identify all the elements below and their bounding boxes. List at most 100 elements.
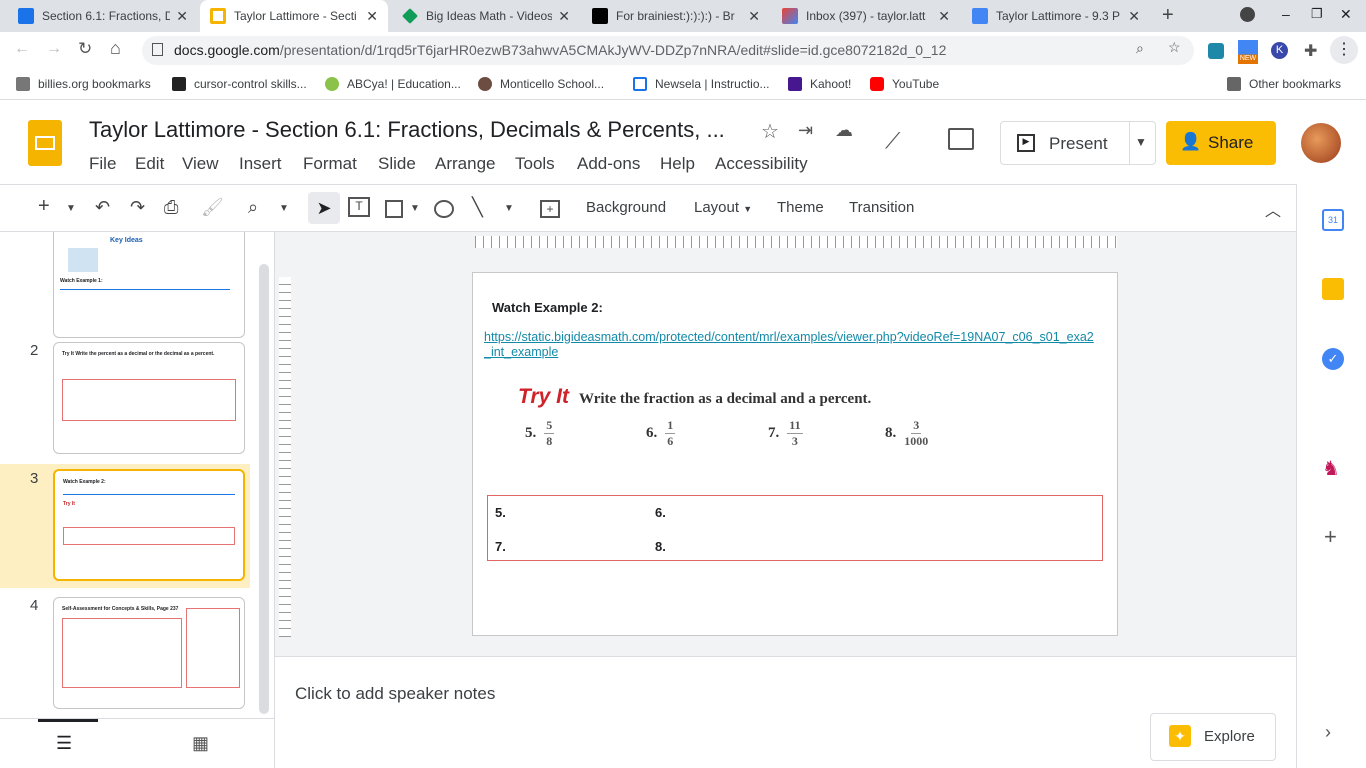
bookmark-star-icon[interactable]: ☆ — [1168, 39, 1181, 56]
zoom-icon[interactable]: ⌕ — [248, 197, 258, 218]
get-addons-icon[interactable]: + — [1324, 524, 1337, 550]
share-button[interactable]: 👤 Share — [1166, 121, 1276, 165]
expand-panel-icon[interactable]: › — [1325, 722, 1331, 743]
extension-icon[interactable] — [1208, 43, 1224, 59]
new-slide-dropdown-icon[interactable]: ▼ — [66, 203, 76, 214]
menu-help[interactable]: Help — [660, 154, 695, 174]
home-button[interactable]: ⌂ — [110, 38, 121, 59]
present-button[interactable]: ▶ Present ▼ — [1000, 121, 1156, 165]
theme-button[interactable]: Theme — [777, 199, 824, 216]
move-icon[interactable]: ⇥ — [798, 120, 813, 141]
present-dropdown-icon[interactable]: ▼ — [1135, 135, 1147, 149]
menu-edit[interactable]: Edit — [135, 154, 164, 174]
forward-button[interactable]: → — [46, 40, 62, 58]
extension-new-icon[interactable]: NEW — [1238, 40, 1258, 64]
bookmark-item[interactable]: billies.org bookmarks — [16, 77, 151, 91]
new-slide-icon[interactable]: + — [38, 195, 50, 218]
layout-button[interactable]: Layout ▼ — [694, 199, 752, 216]
browser-tab[interactable]: For brainiest:):):):) - Br ✕ — [582, 0, 770, 32]
menu-accessibility[interactable]: Accessibility — [715, 154, 808, 174]
menu-insert[interactable]: Insert — [239, 154, 282, 174]
close-icon[interactable]: ✕ — [748, 8, 760, 25]
slide-thumbnail-1[interactable]: Key Ideas Watch Example 1: — [53, 232, 245, 338]
shape-icon[interactable] — [434, 200, 454, 218]
browser-tab[interactable]: Big Ideas Math - Videos ✕ — [392, 0, 580, 32]
browser-tab[interactable]: Taylor Lattimore - 9.3 P ✕ — [962, 0, 1150, 32]
star-icon[interactable]: ☆ — [761, 119, 779, 144]
slide-thumbnail-2[interactable]: Try It Write the percent as a decimal or… — [53, 342, 245, 454]
tasks-icon[interactable]: ✓ — [1322, 348, 1344, 370]
other-bookmarks[interactable]: Other bookmarks — [1227, 77, 1341, 91]
close-icon[interactable]: ✕ — [558, 8, 570, 25]
chrome-menu-button[interactable]: ⋮ — [1330, 36, 1358, 64]
grid-view-icon[interactable]: ▦ — [192, 733, 209, 754]
reload-button[interactable]: ↻ — [78, 39, 92, 59]
kami-extension-icon[interactable]: K — [1271, 42, 1288, 59]
browser-tab[interactable]: Inbox (397) - taylor.latt ✕ — [772, 0, 960, 32]
zoom-dropdown-icon[interactable]: ▼ — [279, 203, 289, 214]
undo-icon[interactable]: ↶ — [95, 197, 110, 218]
menu-file[interactable]: File — [89, 154, 116, 174]
slides-logo[interactable] — [28, 120, 62, 166]
menu-arrange[interactable]: Arrange — [435, 154, 495, 174]
url-input[interactable]: docs.google.com/presentation/d/1rqd5rT6j… — [142, 36, 1194, 65]
line-icon[interactable]: ╲ — [472, 197, 483, 218]
slide-thumbnail-3[interactable]: Watch Example 2: Try It — [53, 469, 245, 581]
bookmark-item[interactable]: cursor-control skills... — [172, 77, 307, 91]
menu-view[interactable]: View — [182, 154, 219, 174]
menu-addons[interactable]: Add-ons — [577, 154, 640, 174]
speaker-notes[interactable]: Click to add speaker notes ✦ Explore — [275, 656, 1296, 768]
activity-dashboard-icon[interactable]: ⟋ — [885, 128, 900, 154]
close-icon[interactable]: ✕ — [938, 8, 950, 25]
minimize-button[interactable]: – — [1282, 6, 1290, 22]
menu-slide[interactable]: Slide — [378, 154, 416, 174]
close-icon[interactable]: ✕ — [176, 8, 188, 25]
extensions-puzzle-icon[interactable]: ✚ — [1304, 41, 1317, 61]
document-title[interactable]: Taylor Lattimore - Section 6.1: Fraction… — [89, 117, 739, 143]
comment-add-icon[interactable]: + — [540, 200, 560, 218]
bookmark-item[interactable]: Kahoot! — [788, 77, 851, 91]
try-it-image: Try It Write the fraction as a decimal a… — [518, 385, 872, 408]
answer-box[interactable]: 5. 6. 7. 8. — [487, 495, 1103, 561]
transition-button[interactable]: Transition — [849, 199, 914, 216]
video-link[interactable]: https://static.bigideasmath.com/protecte… — [484, 330, 1099, 360]
new-tab-button[interactable]: + — [1162, 4, 1174, 27]
select-tool-icon[interactable]: ➤ — [308, 192, 340, 224]
cloud-status-icon[interactable]: ☁ — [835, 120, 853, 141]
calendar-icon[interactable]: 31 — [1322, 209, 1344, 231]
explore-button[interactable]: ✦ Explore — [1150, 713, 1276, 761]
image-dropdown-icon[interactable]: ▼ — [410, 203, 420, 214]
avatar[interactable] — [1301, 123, 1341, 163]
bookmark-item[interactable]: YouTube — [870, 77, 939, 91]
image-icon[interactable] — [385, 200, 403, 218]
filmstrip-scrollbar[interactable] — [259, 264, 269, 714]
comments-icon[interactable] — [948, 128, 974, 150]
tab-search-icon[interactable] — [1240, 7, 1255, 22]
menu-tools[interactable]: Tools — [515, 154, 555, 174]
paint-format-icon[interactable]: 🖌 — [201, 197, 224, 218]
close-icon[interactable]: ✕ — [1128, 8, 1140, 25]
bookmark-item[interactable]: Newsela | Instructio... — [633, 77, 770, 91]
browser-tab-active[interactable]: Taylor Lattimore - Secti ✕ — [200, 0, 388, 32]
text-box-icon[interactable]: T — [348, 197, 370, 217]
back-button[interactable]: ← — [14, 40, 30, 58]
addon-icon[interactable]: ♞ — [1322, 456, 1340, 481]
brainly-icon — [592, 8, 608, 24]
bookmark-item[interactable]: Monticello School... — [478, 77, 604, 91]
browser-tab[interactable]: Section 6.1: Fractions, D ✕ — [8, 0, 198, 32]
menu-format[interactable]: Format — [303, 154, 357, 174]
close-icon[interactable]: ✕ — [366, 8, 378, 25]
print-icon[interactable]: ⎙ — [164, 197, 178, 218]
keep-icon[interactable] — [1322, 278, 1344, 300]
collapse-toolbar-icon[interactable]: ︿ — [1265, 197, 1281, 221]
filmstrip-view-icon[interactable]: ☰ — [56, 733, 72, 754]
redo-icon[interactable]: ↷ — [130, 197, 145, 218]
page-info-icon[interactable] — [152, 43, 163, 56]
line-dropdown-icon[interactable]: ▼ — [504, 203, 514, 214]
restore-button[interactable]: ❐ — [1311, 6, 1323, 22]
slide-thumbnail-4[interactable]: Self-Assessment for Concepts & Skills, P… — [53, 597, 245, 709]
close-window-button[interactable]: ✕ — [1340, 6, 1352, 23]
zoom-icon[interactable]: ⌕ — [1136, 40, 1144, 57]
bookmark-item[interactable]: ABCya! | Education... — [325, 77, 461, 91]
background-button[interactable]: Background — [586, 199, 666, 216]
